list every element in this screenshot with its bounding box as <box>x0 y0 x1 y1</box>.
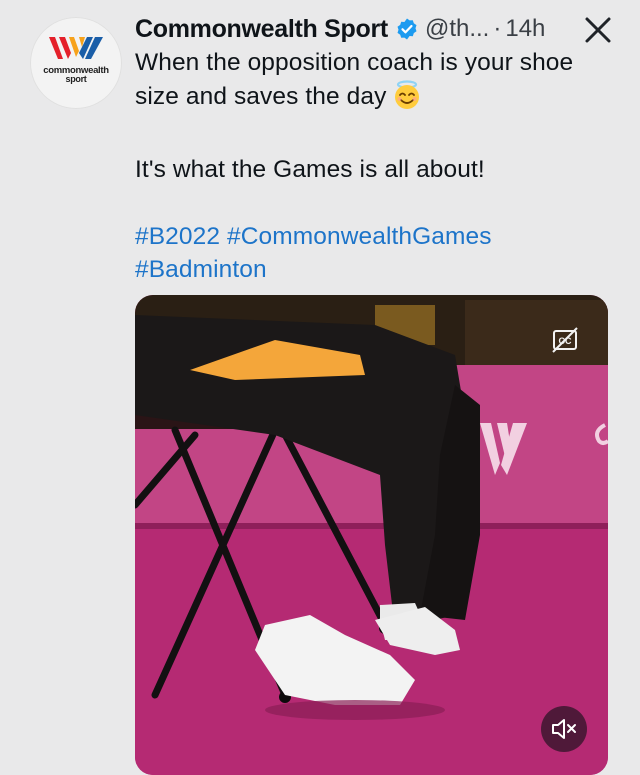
background-stands-right <box>465 300 608 370</box>
tweet-line-2: size and saves the day <box>135 79 615 120</box>
tweet-line-3: It's what the Games is all about! <box>135 155 485 183</box>
tweet-timestamp[interactable]: 14h <box>505 15 545 43</box>
video-player[interactable]: CC <box>135 295 608 775</box>
mute-button[interactable] <box>541 706 587 752</box>
hashtag-commonwealthgames[interactable]: #CommonwealthGames <box>227 223 492 250</box>
hashtag-b2022[interactable]: #B2022 <box>135 223 220 250</box>
account-handle[interactable]: @th... <box>425 15 489 43</box>
tweet-line-1: When the opposition coach is your shoe <box>135 49 574 76</box>
commonwealth-sport-logo <box>49 37 103 59</box>
close-icon[interactable] <box>581 13 615 47</box>
hashtag-line-1: #B2022 #CommonwealthGames <box>135 220 615 254</box>
hashtag-line-2: #Badminton <box>135 253 615 287</box>
smiling-face-with-halo-icon <box>392 79 422 120</box>
account-avatar[interactable]: commonwealth sport <box>30 17 122 109</box>
video-frame <box>135 295 608 775</box>
closed-captions-icon[interactable]: CC <box>551 326 579 354</box>
hashtag-badminton[interactable]: #Badminton <box>135 256 267 283</box>
tweet-line-2-text: size and saves the day <box>135 82 387 110</box>
volume-muted-icon <box>552 719 576 739</box>
tweet-header: Commonwealth Sport @th... · 14h <box>135 12 615 46</box>
logo-text-line2: sport <box>65 74 87 84</box>
account-name[interactable]: Commonwealth Sport <box>135 15 388 44</box>
verified-badge-icon <box>395 17 419 41</box>
separator-dot: · <box>493 15 502 42</box>
tweet-text: When the opposition coach is your shoe s… <box>135 46 615 287</box>
